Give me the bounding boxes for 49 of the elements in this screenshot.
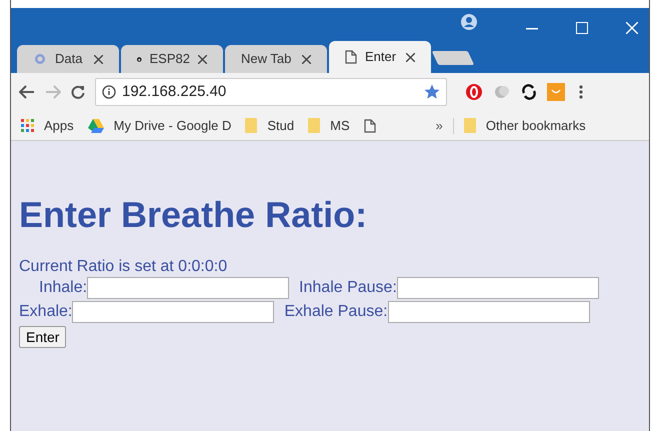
browser-tab[interactable]: Enter xyxy=(329,41,431,73)
folder-icon xyxy=(308,118,320,133)
browser-tab[interactable]: Data xyxy=(17,45,119,73)
field-label: Inhale Pause: xyxy=(299,278,397,298)
overflow-chevron[interactable]: » xyxy=(436,116,443,136)
star-icon[interactable] xyxy=(424,84,440,100)
field-label: Exhale: xyxy=(19,302,72,322)
sync-icon[interactable] xyxy=(521,84,537,100)
back-icon[interactable] xyxy=(19,85,35,99)
url-text: 192.168.225.40 xyxy=(122,82,228,102)
page-icon xyxy=(364,118,376,132)
field-label: Exhale Pause: xyxy=(284,302,388,322)
bookmark[interactable]: Stud xyxy=(245,116,294,136)
input-field[interactable] xyxy=(396,277,599,299)
folder-icon xyxy=(245,118,258,133)
info-icon[interactable] xyxy=(102,85,116,99)
input-field[interactable] xyxy=(87,277,290,299)
bookmark[interactable] xyxy=(364,118,376,132)
field-label: Inhale: xyxy=(39,278,88,298)
page-heading: Enter Breathe Ratio: xyxy=(19,195,368,235)
browser-tab[interactable]: New Tab xyxy=(225,45,327,73)
tab-title: ESP82 xyxy=(150,50,190,68)
close-icon[interactable] xyxy=(198,54,207,64)
close-icon[interactable] xyxy=(94,54,103,64)
status-text: Current Ratio is set at 0:0:0:0 xyxy=(19,257,228,276)
apps-icon xyxy=(21,119,34,132)
menu-icon[interactable] xyxy=(579,85,583,99)
input-field[interactable] xyxy=(72,301,274,323)
bookmark[interactable]: Apps xyxy=(21,116,74,136)
close-icon[interactable] xyxy=(302,54,311,64)
tab-title: Data xyxy=(55,50,84,68)
drive-icon xyxy=(88,118,104,132)
browser-tab[interactable]: ESP82 xyxy=(121,45,223,73)
input-field[interactable] xyxy=(388,301,590,323)
page-icon xyxy=(345,50,357,64)
reload-icon[interactable] xyxy=(71,85,85,99)
enter-button[interactable]: Enter xyxy=(19,326,66,348)
new-tab-button[interactable] xyxy=(432,51,474,65)
close-icon[interactable] xyxy=(406,52,415,62)
minimize-icon[interactable] xyxy=(526,28,538,30)
bookmark[interactable]: My Drive - Google D xyxy=(88,116,232,136)
tab-title: Enter xyxy=(365,48,398,66)
folder-icon xyxy=(464,118,476,133)
maximize-icon[interactable] xyxy=(576,22,588,34)
other-bookmarks[interactable]: Other bookmarks xyxy=(464,116,586,136)
profile-icon[interactable] xyxy=(461,14,477,30)
tab-title: New Tab xyxy=(241,50,292,68)
bookmark[interactable]: MS xyxy=(308,116,350,136)
address-bar[interactable]: 192.168.225.40 xyxy=(95,78,447,106)
